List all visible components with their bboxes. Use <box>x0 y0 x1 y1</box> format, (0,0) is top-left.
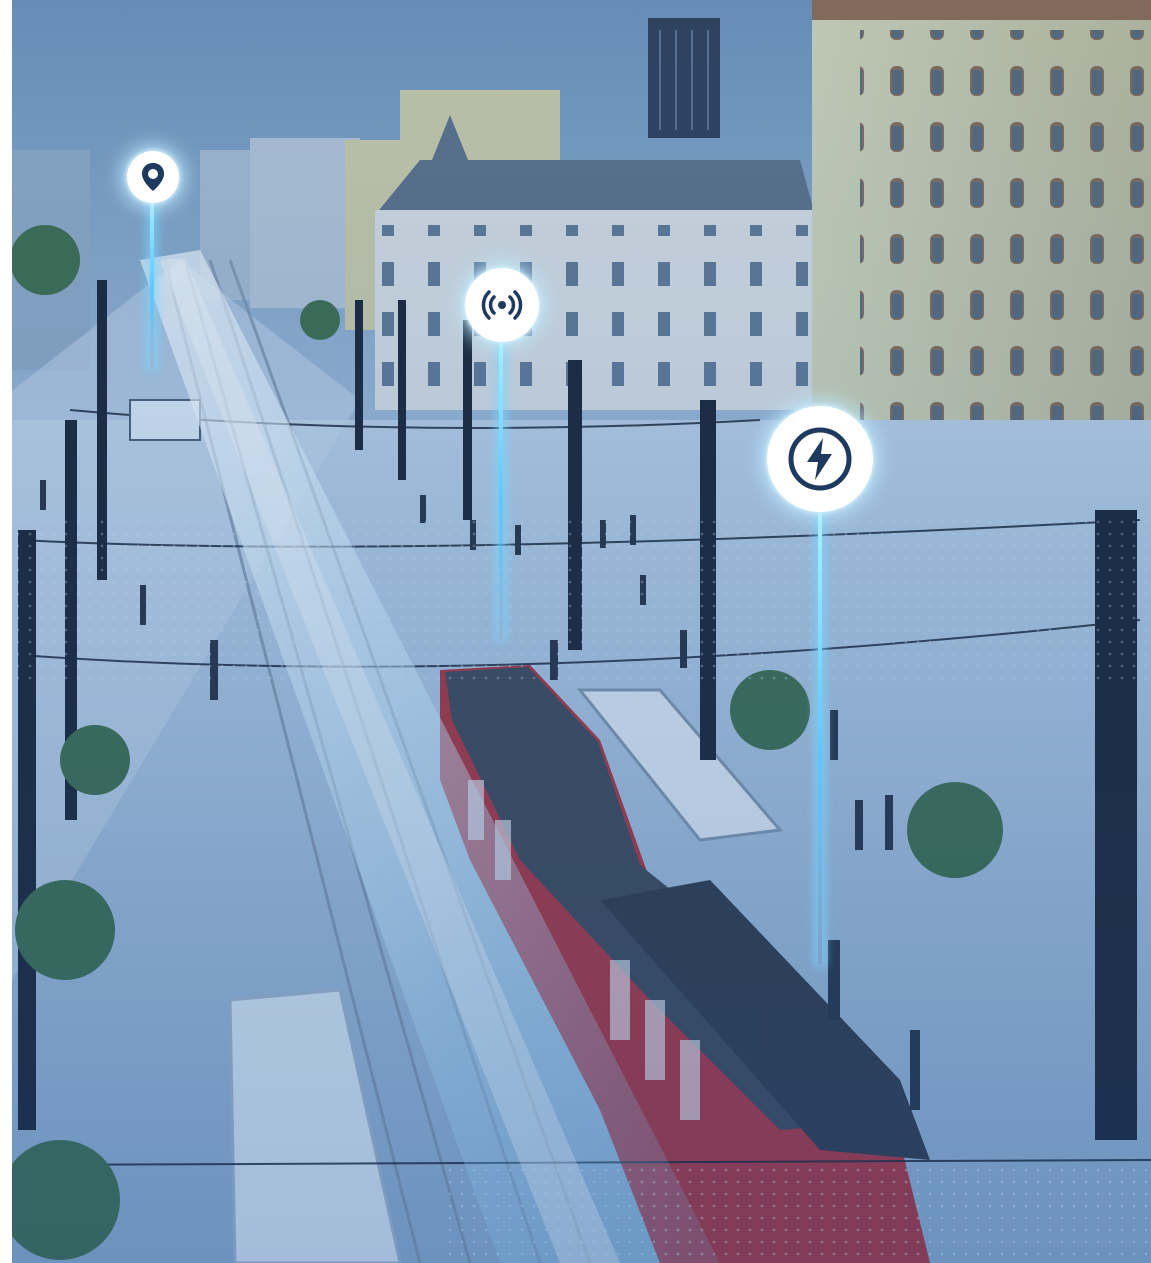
smart-city-photo <box>0 0 1151 1263</box>
signal-marker[interactable] <box>465 268 539 342</box>
wireless-signal-icon <box>481 290 523 320</box>
location-pin-icon <box>142 163 164 191</box>
location-beam <box>150 190 154 370</box>
signal-beam <box>499 330 503 640</box>
location-marker[interactable] <box>127 151 179 203</box>
energy-beam <box>818 505 822 965</box>
energy-marker[interactable] <box>767 406 873 512</box>
lightning-bolt-icon <box>788 427 852 491</box>
